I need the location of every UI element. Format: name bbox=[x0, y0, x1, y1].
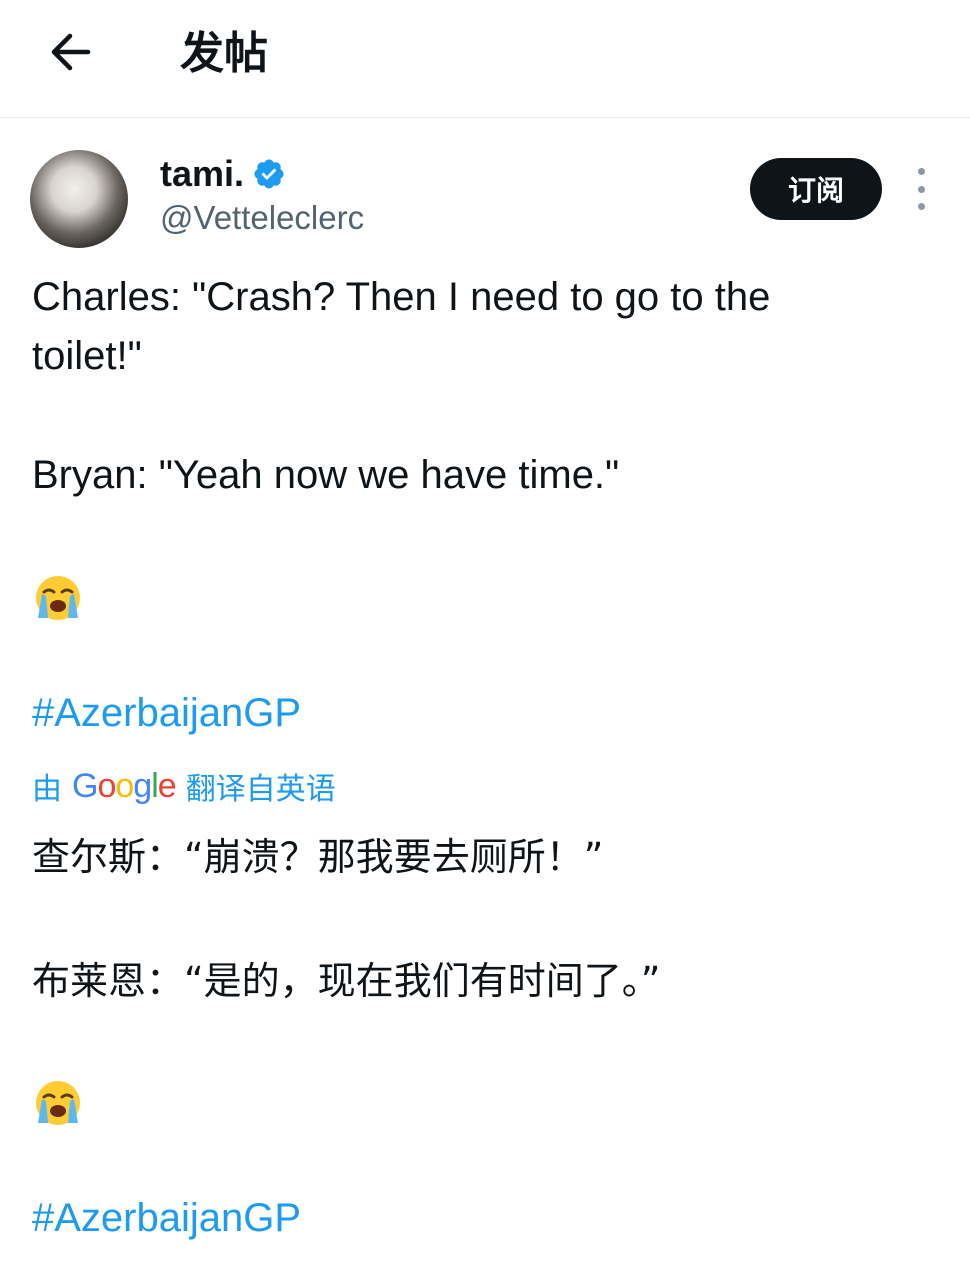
google-logo: Google bbox=[72, 766, 177, 805]
page-title: 发帖 bbox=[180, 28, 268, 79]
more-vertical-icon[interactable] bbox=[905, 168, 937, 210]
tweet-text-line: Bryan: "Yeah now we have time." bbox=[32, 453, 620, 497]
subscribe-button[interactable]: 订阅 bbox=[750, 158, 882, 220]
avatar[interactable] bbox=[30, 150, 128, 248]
hashtag-link[interactable]: #AzerbaijanGP bbox=[32, 688, 301, 738]
crying-face-emoji-icon bbox=[36, 576, 80, 620]
translated-text-line: 布莱恩：“是的，现在我们有时间了。” bbox=[32, 959, 661, 1003]
verified-badge-icon bbox=[254, 159, 284, 189]
author-handle[interactable]: @Vetteleclerc bbox=[160, 198, 364, 238]
hashtag-link[interactable]: #AzerbaijanGP bbox=[32, 1193, 301, 1243]
tweet-text-line: Charles: "Crash? Then I need to go to th… bbox=[32, 275, 771, 319]
arrow-left-icon bbox=[51, 33, 91, 71]
translated-text-line: 查尔斯：“崩溃？那我要去厕所！” bbox=[32, 835, 604, 879]
tweet-text-line: toilet!" bbox=[32, 334, 142, 378]
author-name-row[interactable]: tami. bbox=[160, 152, 286, 196]
translate-from-label: 翻译自英语 bbox=[185, 772, 336, 807]
top-bar: 发帖 bbox=[0, 0, 970, 118]
back-button[interactable] bbox=[40, 22, 100, 82]
crying-face-emoji-icon bbox=[36, 1081, 80, 1125]
translation-attribution[interactable]: 由 Google 翻译自英语 bbox=[32, 764, 336, 808]
display-name: tami. bbox=[160, 153, 245, 194]
translate-by-label: 由 bbox=[32, 772, 62, 807]
